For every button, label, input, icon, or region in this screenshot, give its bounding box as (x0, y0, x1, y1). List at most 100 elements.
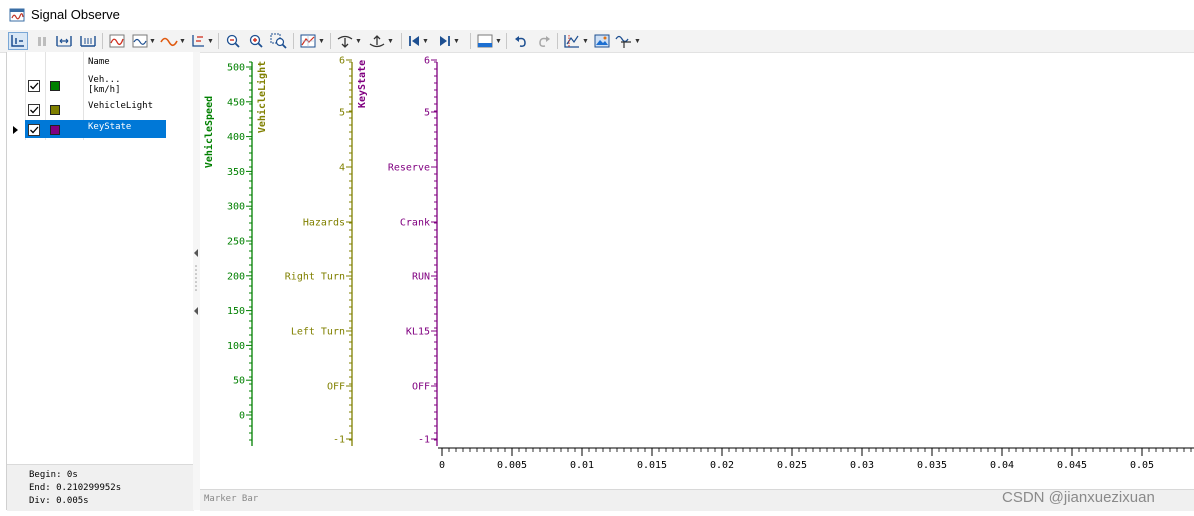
current-row-arrow-icon (13, 126, 18, 134)
tick-label: 5 (339, 108, 345, 119)
step-down-dropdown[interactable]: ▼ (336, 32, 362, 50)
pause-icon (38, 37, 46, 46)
signal-name: VehicleLight (88, 101, 154, 111)
measure-dropdown[interactable]: ▼ (563, 32, 589, 50)
column-header-name[interactable]: Name (88, 57, 110, 67)
signal-name: Veh... (88, 75, 121, 85)
undo-icon (515, 36, 526, 47)
go-to-end-dropdown[interactable]: ▼ (438, 32, 460, 50)
tick-label: OFF (412, 382, 430, 393)
y-axis-icon (192, 35, 204, 47)
zoom-area-button[interactable] (270, 32, 288, 50)
image-export-button[interactable] (594, 32, 610, 50)
cursor-mode-button[interactable] (8, 32, 28, 50)
tick-label: 50 (233, 376, 245, 387)
vehicle-light-axis-title: VehicleLight (256, 61, 268, 133)
redo-icon (539, 36, 550, 47)
key-state-axis-title: KeyState (357, 60, 368, 108)
grid-dropdown[interactable]: ▼ (299, 32, 325, 50)
time-tick-label: 0.01 (570, 460, 594, 471)
sine-wave-icon (160, 37, 178, 47)
vehicle-speed-axis-title: VehicleSpeed (203, 96, 215, 168)
tick-label: KL15 (406, 327, 430, 338)
signal-visible-checkbox[interactable] (28, 104, 40, 116)
signal-observe-app-icon (9, 8, 25, 22)
skip-forward-icon (440, 36, 450, 46)
undo-button[interactable] (513, 32, 529, 50)
checkmark-icon (30, 82, 39, 90)
signal-color-swatch[interactable] (50, 81, 60, 91)
tick-label: 6 (424, 56, 430, 67)
signal-visible-checkbox[interactable] (28, 80, 40, 92)
tick-label: Right Turn (285, 272, 345, 283)
fit-horizontal-icon (56, 36, 72, 47)
redo-button[interactable] (536, 32, 552, 50)
time-info-panel: Begin: 0s End: 0.210299952s Div: 0.005s (7, 464, 194, 511)
marker-bar-label: Marker Bar (204, 494, 259, 504)
time-tick-label: 0.045 (1057, 460, 1087, 471)
time-tick-label: 0.035 (917, 460, 947, 471)
signal-settings-dropdown[interactable]: ▼ (615, 32, 641, 50)
tick-label: 450 (227, 97, 245, 108)
chart-grid-icon (300, 34, 316, 48)
signal-plot-area[interactable]: VehicleSpeed 500450400350300250200150100… (200, 52, 1194, 489)
time-tick-label: 0.03 (850, 460, 874, 471)
chevron-down-icon: ▼ (422, 37, 429, 45)
zoom-out-button[interactable] (225, 32, 241, 50)
signal-visible-checkbox[interactable] (28, 124, 40, 136)
image-export-icon (594, 34, 610, 48)
layout-icon (477, 34, 493, 48)
tick-label: 150 (227, 306, 245, 317)
title-bar: Signal Observe (0, 0, 1194, 30)
pause-button[interactable] (35, 32, 49, 50)
vehicle-light-axis: VehicleLight 6 5 4 Hazards Right Turn Left Tu… (256, 56, 353, 446)
skip-back-icon (409, 36, 419, 46)
signal-color-swatch[interactable] (50, 125, 60, 135)
zoom-area-icon (270, 33, 287, 49)
vehicle-speed-axis: VehicleSpeed 500450400350300250200150100… (203, 61, 253, 446)
tick-label: 5 (424, 108, 430, 119)
zoom-in-icon (249, 34, 263, 48)
measure-chart-icon (564, 35, 579, 48)
wave-style-dropdown[interactable]: ▼ (132, 32, 156, 50)
signal-list-header: Name (7, 52, 194, 70)
signal-row-key-state[interactable]: KeyState (7, 120, 194, 140)
signal-unit: [km/h] (88, 85, 121, 95)
tick-label: OFF (327, 382, 345, 393)
signal-view-icon (109, 34, 125, 48)
step-up-dropdown[interactable]: ▼ (368, 32, 394, 50)
window-title: Signal Observe (31, 7, 120, 22)
signal-row-vehicle-light[interactable]: VehicleLight (7, 100, 194, 120)
y-axis-dropdown[interactable]: ▼ (190, 32, 214, 50)
signal-settings-icon (615, 35, 631, 48)
watermark: CSDN @jianxuezixuan (1002, 489, 1155, 506)
chevron-down-icon: ▼ (318, 37, 325, 45)
line-style-dropdown[interactable]: ▼ (160, 32, 186, 50)
tick-label: -1 (418, 435, 430, 446)
signal-row-vehicle-speed[interactable]: Veh... [km/h] (7, 72, 194, 100)
tick-label: -1 (333, 435, 345, 446)
time-tick-label: 0.05 (1130, 460, 1154, 471)
checkmark-icon (30, 126, 39, 134)
chevron-down-icon: ▼ (179, 37, 186, 45)
go-to-start-dropdown[interactable]: ▼ (407, 32, 429, 50)
splitter-grip-icon (195, 265, 197, 291)
tick-label: Reserve (388, 163, 430, 174)
layout-dropdown[interactable]: ▼ (476, 32, 502, 50)
zoom-in-button[interactable] (248, 32, 264, 50)
tick-label: 350 (227, 167, 245, 178)
chevron-down-icon: ▼ (495, 37, 502, 45)
tick-label: 250 (227, 237, 245, 248)
signal-view-button[interactable] (108, 32, 126, 50)
toolbar: ▼ ▼ ▼ ▼ ▼ ▼ ▼ ▼ ▼ ▼ ▼ (0, 30, 1194, 53)
chevron-down-icon: ▼ (387, 37, 394, 45)
signal-color-swatch[interactable] (50, 105, 60, 115)
fit-all-button[interactable] (79, 32, 97, 50)
fit-horizontal-button[interactable] (55, 32, 73, 50)
checkmark-icon (30, 106, 39, 114)
tick-label: Left Turn (291, 327, 345, 338)
signal-name: KeyState (88, 122, 132, 132)
tick-label: 0 (239, 411, 245, 422)
panel-splitter[interactable] (193, 52, 200, 510)
collapse-arrow-icon (194, 307, 198, 315)
